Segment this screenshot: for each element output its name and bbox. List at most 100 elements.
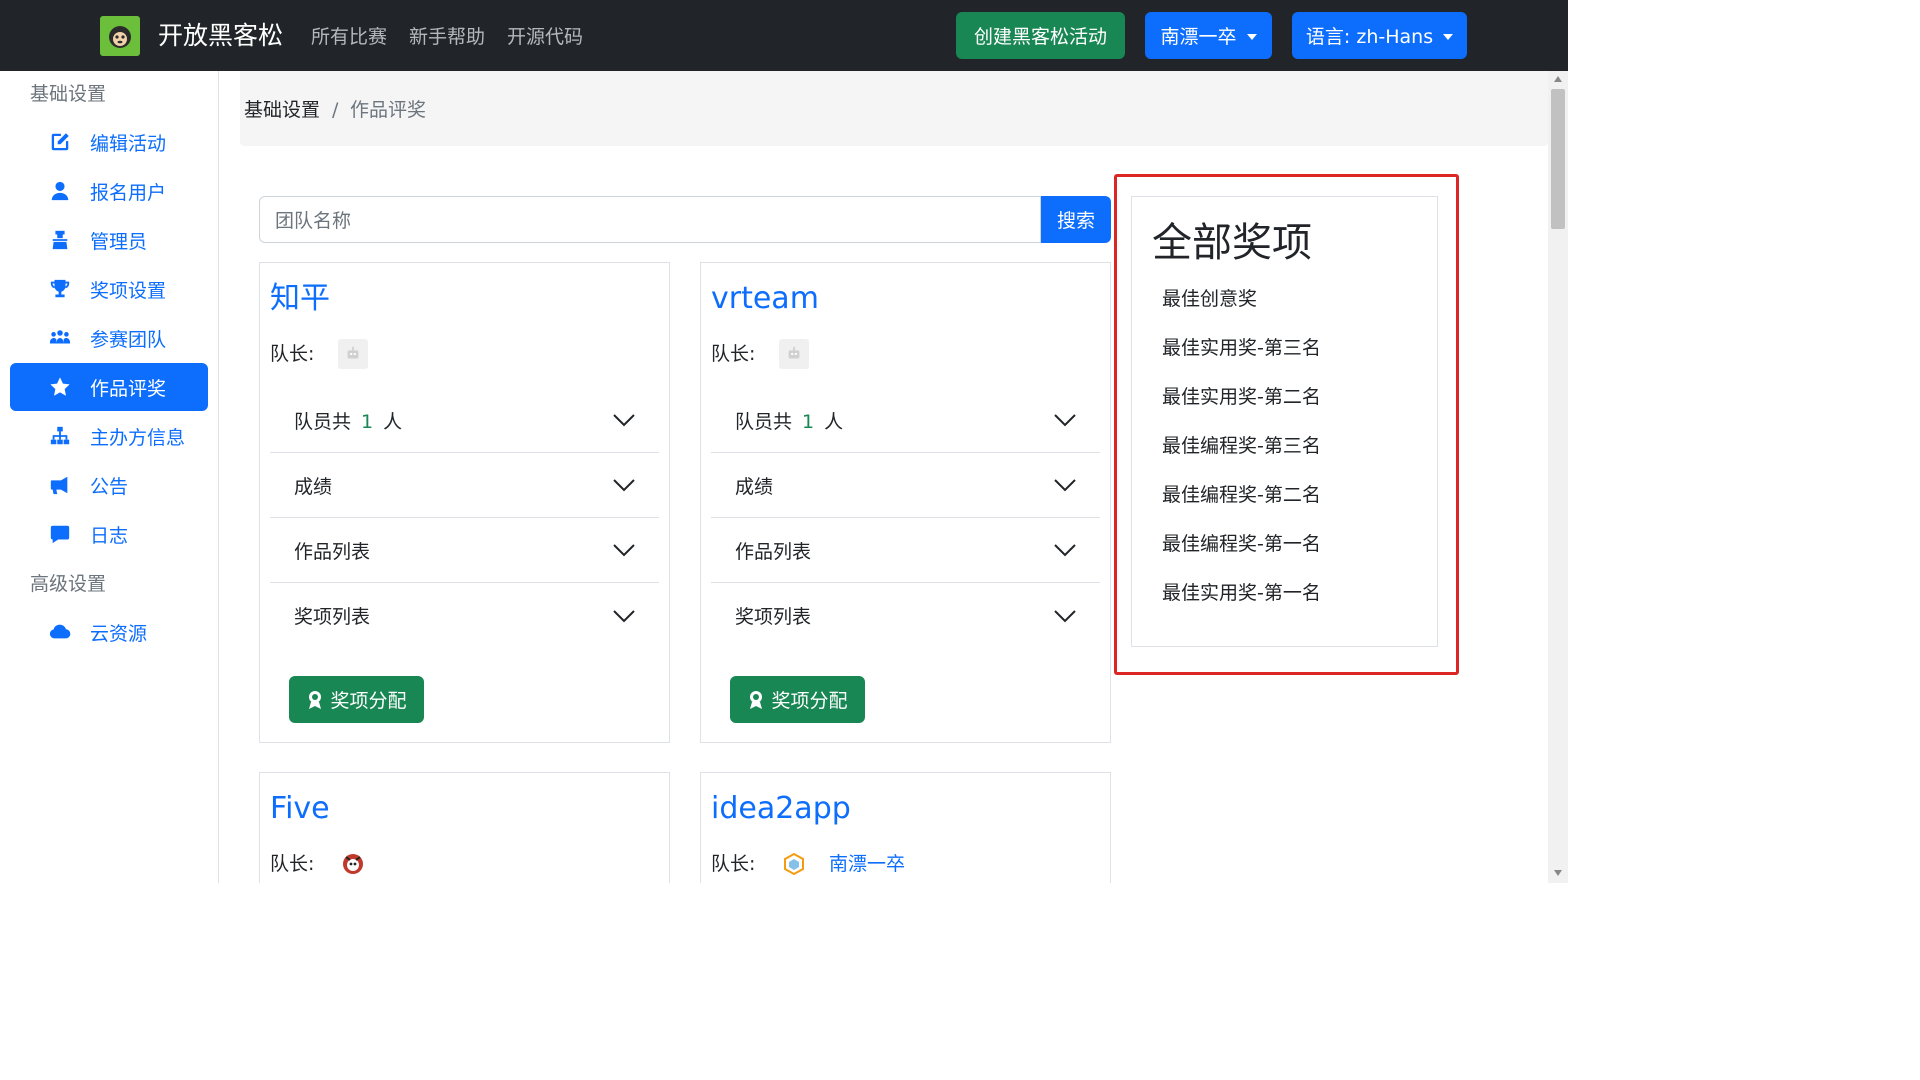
sidebar-item-label: 编辑活动 — [90, 132, 167, 155]
award-item: 最佳编程奖-第三名 — [1162, 435, 1321, 457]
leader-label: 队长: — [270, 853, 315, 875]
brand-title[interactable]: 开放黑客松 — [158, 20, 283, 52]
breadcrumb-parent[interactable]: 基础设置 — [244, 97, 320, 123]
nav-link-source-code[interactable]: 开源代码 — [507, 24, 583, 50]
scroll-down-icon[interactable] — [1554, 870, 1562, 876]
sidebar-item-registered-users[interactable]: 报名用户 — [10, 167, 208, 215]
team-name-link[interactable]: Five — [270, 789, 330, 829]
leader-avatar[interactable] — [338, 849, 368, 879]
accordion-label: 成绩 — [735, 475, 774, 498]
team-name-link[interactable]: idea2app — [711, 789, 851, 829]
breadcrumb: 基础设置 / 作品评奖 — [240, 71, 1548, 146]
award-item: 最佳编程奖-第一名 — [1162, 533, 1321, 555]
cloud-icon — [48, 620, 72, 644]
team-name-link[interactable]: vrteam — [711, 279, 819, 319]
sidebar-item-label: 参赛团队 — [90, 328, 167, 351]
sidebar-item-announcements[interactable]: 公告 — [10, 461, 208, 509]
admin-icon — [48, 228, 72, 252]
megaphone-icon — [48, 473, 72, 497]
brand-logo-icon[interactable] — [100, 16, 140, 56]
assign-award-button[interactable]: 奖项分配 — [289, 676, 424, 723]
chevron-down-icon — [1054, 414, 1076, 427]
chevron-down-icon — [613, 479, 635, 492]
cartoon-avatar-icon — [343, 854, 363, 874]
star-icon — [48, 375, 72, 399]
leader-avatar[interactable] — [338, 339, 368, 369]
leader-label: 队长: — [270, 343, 315, 365]
team-name-link[interactable]: 知平 — [270, 279, 330, 319]
sidebar-item-cloud-resources[interactable]: 云资源 — [10, 608, 208, 656]
nav-link-help[interactable]: 新手帮助 — [409, 24, 485, 50]
assign-award-button[interactable]: 奖项分配 — [730, 676, 865, 723]
team-card: idea2app 队长: 南漂一卒 — [700, 772, 1111, 883]
sidebar-header-basic: 基础设置 — [30, 83, 107, 105]
assign-award-label: 奖项分配 — [771, 690, 848, 712]
chevron-down-icon — [1054, 544, 1076, 557]
sidebar-item-label: 报名用户 — [90, 181, 167, 204]
sidebar-item-award-settings[interactable]: 奖项设置 — [10, 265, 208, 313]
members-accordion[interactable]: 队员共 1 人 — [711, 388, 1100, 453]
sidebar-item-label: 作品评奖 — [90, 377, 167, 400]
top-navbar: 开放黑客松 所有比赛 新手帮助 开源代码 创建黑客松活动 南漂一卒 语言: zh… — [0, 0, 1568, 71]
sidebar-item-admins[interactable]: 管理员 — [10, 216, 208, 264]
works-accordion[interactable]: 作品列表 — [711, 518, 1100, 583]
sidebar: 基础设置 编辑活动 报名用户 管理员 奖项设置 参赛团队 作品评奖 主办方信息 … — [0, 71, 219, 883]
search-placeholder: 团队名称 — [275, 210, 352, 232]
page-scrollbar[interactable] — [1548, 71, 1568, 883]
leader-label: 队长: — [711, 853, 756, 875]
accordion-label: 奖项列表 — [735, 606, 812, 628]
award-item: 最佳实用奖-第三名 — [1162, 337, 1321, 359]
breadcrumb-current: 作品评奖 — [350, 99, 427, 121]
members-summary: 队员共 1 人 — [735, 410, 844, 433]
members-summary: 队员共 1 人 — [294, 410, 403, 433]
user-menu-label: 南漂一卒 — [1160, 26, 1237, 48]
sidebar-item-judging[interactable]: 作品评奖 — [10, 363, 208, 411]
chevron-down-icon — [1054, 609, 1076, 622]
works-accordion[interactable]: 作品列表 — [270, 518, 659, 583]
sidebar-item-edit-event[interactable]: 编辑活动 — [10, 118, 208, 166]
assign-award-label: 奖项分配 — [330, 690, 407, 712]
award-item: 最佳实用奖-第一名 — [1162, 582, 1321, 604]
award-icon — [750, 690, 763, 709]
chevron-down-icon — [613, 544, 635, 557]
edit-icon — [48, 130, 72, 154]
trophy-icon — [48, 277, 72, 301]
accordion-label: 作品列表 — [294, 540, 371, 563]
sidebar-item-logs[interactable]: 日志 — [10, 510, 208, 558]
robot-avatar-icon — [788, 346, 800, 359]
sidebar-item-label: 奖项设置 — [90, 279, 167, 302]
scores-accordion[interactable]: 成绩 — [711, 453, 1100, 518]
members-accordion[interactable]: 队员共 1 人 — [270, 388, 659, 453]
caret-down-icon — [1443, 33, 1454, 40]
awards-accordion[interactable]: 奖项列表 — [270, 583, 659, 648]
scores-accordion[interactable]: 成绩 — [270, 453, 659, 518]
awards-title: 全部奖项 — [1152, 220, 1312, 266]
chevron-down-icon — [613, 609, 635, 622]
sidebar-item-organizer-info[interactable]: 主办方信息 — [10, 412, 208, 460]
awards-accordion[interactable]: 奖项列表 — [711, 583, 1100, 648]
search-button[interactable]: 搜索 — [1041, 196, 1111, 243]
nav-link-all-events[interactable]: 所有比赛 — [311, 24, 387, 50]
leader-name-link[interactable]: 南漂一卒 — [829, 851, 905, 877]
sidebar-item-label: 日志 — [90, 524, 129, 547]
scroll-up-icon[interactable] — [1554, 76, 1562, 82]
sidebar-item-teams[interactable]: 参赛团队 — [10, 314, 208, 362]
sidebar-header-advanced: 高级设置 — [30, 573, 107, 595]
awards-list-card: 全部奖项 最佳创意奖 最佳实用奖-第三名 最佳实用奖-第二名 最佳编程奖-第三名… — [1131, 196, 1438, 647]
create-hackathon-button[interactable]: 创建黑客松活动 — [956, 12, 1125, 59]
sidebar-item-label: 管理员 — [90, 230, 148, 253]
accordion-label: 作品列表 — [735, 540, 812, 563]
team-card: vrteam 队长: 队员共 1 人 成绩 作品列表 奖项列表 奖项分配 — [700, 262, 1111, 743]
leader-avatar[interactable] — [779, 339, 809, 369]
scroll-thumb[interactable] — [1551, 89, 1565, 229]
language-menu-button[interactable]: 语言: zh-Hans — [1292, 12, 1467, 59]
robot-avatar-icon — [347, 346, 359, 359]
team-search-input[interactable]: 团队名称 — [259, 196, 1041, 243]
award-item: 最佳创意奖 — [1162, 288, 1258, 310]
sidebar-item-label: 云资源 — [90, 622, 148, 645]
leader-label: 队长: — [711, 343, 756, 365]
members-count: 1 — [802, 410, 815, 433]
leader-avatar[interactable] — [779, 849, 809, 879]
user-menu-button[interactable]: 南漂一卒 — [1145, 12, 1272, 59]
members-count: 1 — [361, 410, 374, 433]
